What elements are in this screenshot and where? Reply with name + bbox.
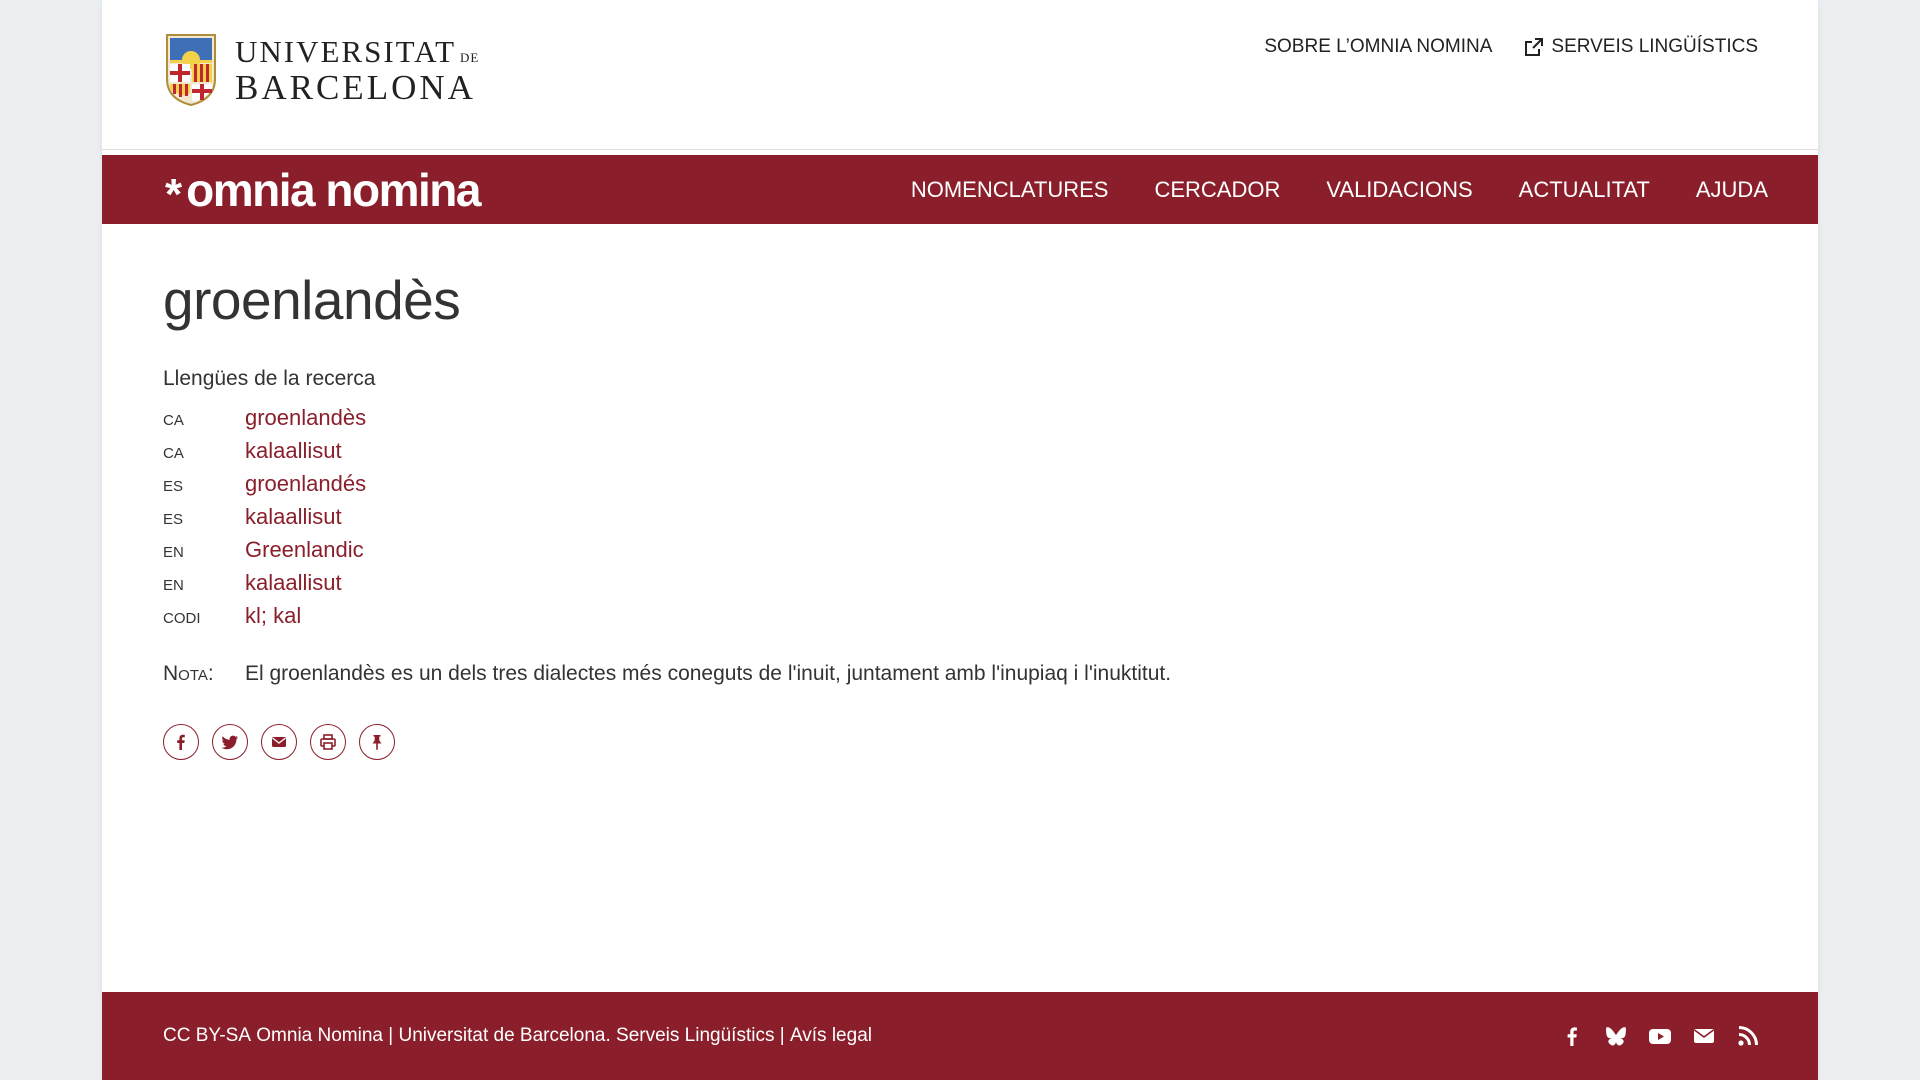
nav-item-validacions[interactable]: VALIDACIONS [1326,177,1472,203]
language-term-link[interactable]: Greenlandic [245,537,364,563]
language-code: CA [163,444,184,462]
language-list: CA groenlandès CA kalaallisut ES groenla… [163,405,1723,636]
footer-credits: CC BY-SA Omnia Nomina | Universitat de B… [163,992,872,1080]
top-link-about-label: SOBRE L’OMNIA NOMINA [1264,36,1493,57]
language-term-link[interactable]: kalaallisut [245,570,342,596]
email-icon [272,736,286,747]
footer-youtube-link[interactable] [1648,1024,1672,1048]
language-term-link[interactable]: groenlandès [245,405,366,431]
nav-item-nomenclatures[interactable]: NOMENCLATURES [911,177,1109,203]
main-content: groenlandès Llengües de la recerca CA gr… [163,270,1723,760]
university-logo[interactable]: UNIVERSITAT DE BARCELONA [163,32,479,108]
footer-license-link[interactable]: CC BY-SA [163,1025,251,1047]
print-button[interactable] [310,723,346,760]
language-code: CA [163,411,184,429]
list-item: CA kalaallisut [163,438,1723,471]
top-link-about[interactable]: SOBRE L’OMNIA NOMINA [1264,36,1492,58]
top-links: SOBRE L’OMNIA NOMINA SERVEIS LINGÜÍSTICS [1264,36,1758,58]
logo-line2: BARCELONA [235,67,476,107]
footer-separator: | [774,1025,790,1046]
logo-line1: UNIVERSITAT [235,33,457,69]
twitter-icon [221,735,238,749]
youtube-icon [1649,1029,1671,1044]
share-email-button[interactable] [261,723,297,760]
share-twitter-button[interactable] [212,723,248,760]
top-link-language-services[interactable]: SERVEIS LINGÜÍSTICS [1524,36,1758,58]
language-term-link[interactable]: groenlandés [245,471,366,497]
share-facebook-button[interactable] [163,723,199,760]
footer-org-text: Omnia Nomina | Universitat de Barcelona.… [256,1025,775,1046]
section-label: Llengües de la recerca [163,366,376,390]
nav-menu: NOMENCLATURES CERCADOR VALIDACIONS ACTUA… [865,155,1768,224]
nav-item-actualitat[interactable]: ACTUALITAT [1519,177,1650,203]
external-link-icon [1525,38,1544,56]
language-code: EN [163,576,184,594]
language-term-link[interactable]: kalaallisut [245,438,342,464]
main-navbar: * omnia nomina NOMENCLATURES CERCADOR VA… [102,155,1818,224]
nav-item-cercador[interactable]: CERCADOR [1154,177,1280,203]
facebook-icon [1567,1027,1577,1046]
note: Nota: El groenlandès es un dels tres dia… [163,662,1723,686]
site-header: UNIVERSITAT DE BARCELONA SOBRE L’OMNIA NO… [102,0,1818,150]
omnia-nomina-logo[interactable]: * omnia nomina [165,155,481,224]
brand-star: * [165,169,183,219]
footer-social-icons [1560,992,1760,1080]
list-item: ES groenlandés [163,471,1723,504]
pin-icon [372,734,382,750]
list-item: CODI kl; kal [163,603,1723,636]
language-term-link[interactable]: kalaallisut [245,504,342,530]
university-wordmark: UNIVERSITAT DE BARCELONA [235,36,479,105]
list-item: EN Greenlandic [163,537,1723,570]
email-icon [1694,1029,1714,1043]
share-buttons [163,723,1723,760]
note-label: Nota: [163,661,214,685]
footer-email-link[interactable] [1692,1024,1716,1048]
page-title: groenlandès [163,269,461,331]
language-code: EN [163,543,184,561]
footer-bluesky-link[interactable] [1604,1024,1628,1048]
page-container: UNIVERSITAT DE BARCELONA SOBRE L’OMNIA NO… [102,0,1818,1080]
list-item: EN kalaallisut [163,570,1723,603]
nav-item-ajuda[interactable]: AJUDA [1696,177,1768,203]
language-code: CODI [163,609,201,627]
footer-rss-link[interactable] [1736,1024,1760,1048]
list-item: CA groenlandès [163,405,1723,438]
logo-de: DE [460,49,480,65]
pin-button[interactable] [359,723,395,760]
print-icon [320,733,336,750]
university-crest-icon [166,34,216,107]
footer-legal-link[interactable]: Avís legal [790,1025,872,1047]
brand-text: omnia nomina [186,163,481,216]
list-item: ES kalaallisut [163,504,1723,537]
footer-facebook-link[interactable] [1560,1024,1584,1048]
language-code: ES [163,477,184,495]
site-footer: CC BY-SA Omnia Nomina | Universitat de B… [102,992,1818,1080]
note-text: El groenlandès es un dels tres dialectes… [245,661,1172,685]
rss-icon [1738,1026,1758,1046]
bluesky-icon [1606,1027,1626,1046]
language-code: ES [163,510,184,528]
language-term-link[interactable]: kl; kal [245,603,301,629]
top-link-language-services-label: SERVEIS LINGÜÍSTICS [1551,36,1758,57]
facebook-icon [177,734,185,750]
